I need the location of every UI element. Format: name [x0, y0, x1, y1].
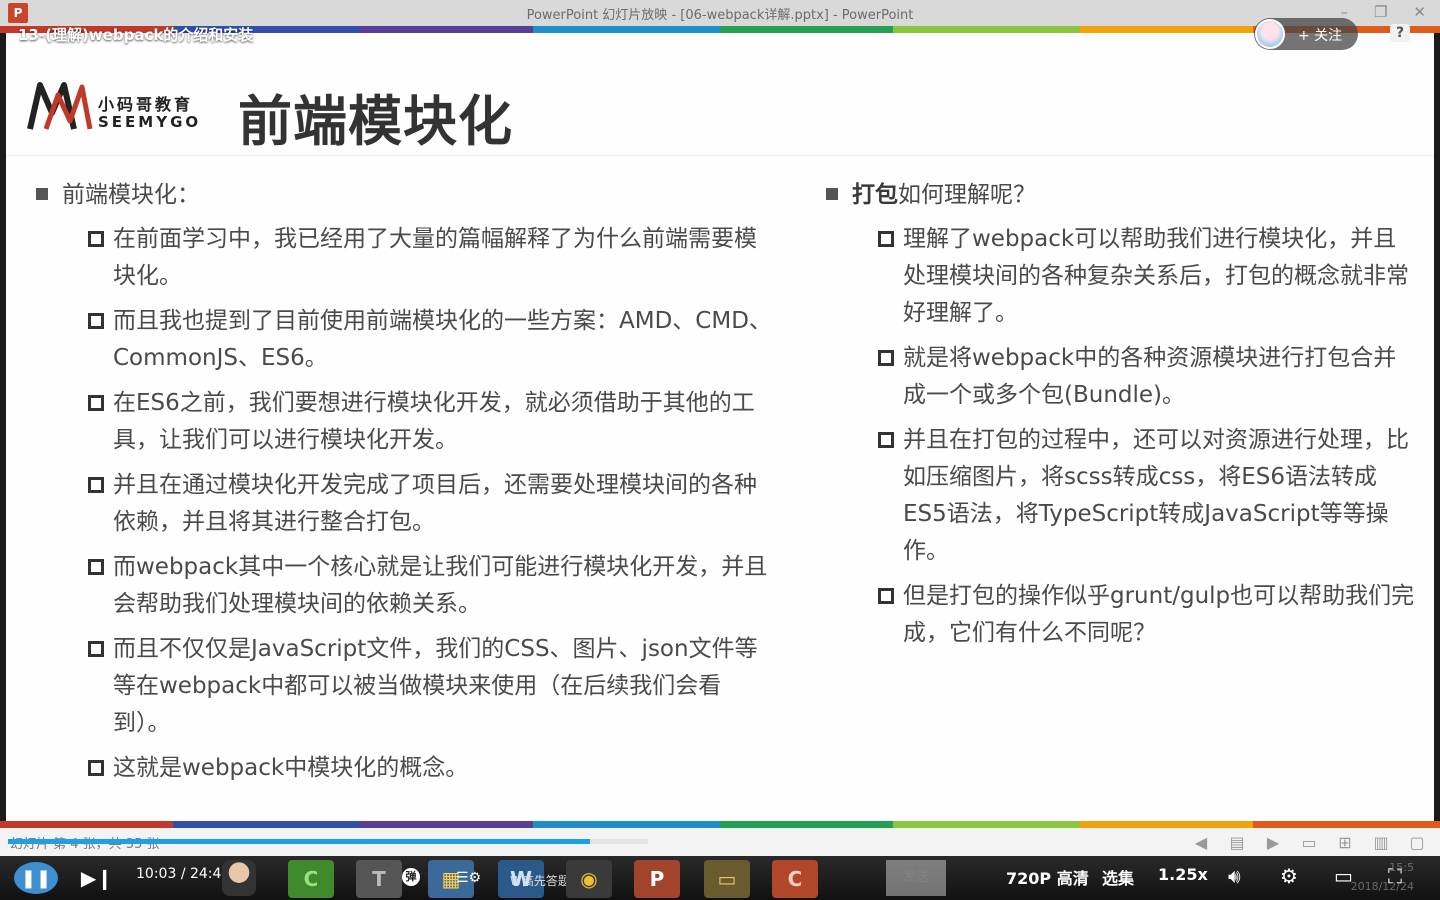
chrome-taskbar-icon: ◉: [566, 860, 612, 898]
left-heading: 前端模块化：: [36, 179, 776, 211]
list-item: 在ES6之前，我们要想进行模块化开发，就必须借助于其他的工具，让我们可以进行模块…: [36, 385, 776, 459]
list-item-text: 而且我也提到了目前使用前端模块化的一些方案：AMD、CMD、CommonJS、E…: [113, 308, 772, 371]
checkbox-bullet-icon: [878, 432, 894, 448]
list-item: 这就是webpack中模块化的概念。: [36, 750, 776, 787]
list-item-text: 而webpack其中一个核心就是让我们可能进行模块化开发，并且会帮助我们处理模块…: [113, 554, 768, 617]
maximize-button[interactable]: ❐: [1374, 3, 1387, 21]
list-item: 在前面学习中，我已经用了大量的篇幅解释了为什么前端需要模块化。: [36, 221, 776, 295]
list-item-text: 并且在打包的过程中，还可以对资源进行处理，比如压缩图片，将scss转成css，将…: [903, 427, 1409, 564]
folder-taskbar-icon: ▭: [704, 860, 750, 898]
send-danmu-button[interactable]: 发送: [886, 860, 946, 896]
video-title: 13-(理解)webpack的介绍和安装: [18, 26, 254, 44]
seemygo-logo: 小码哥教育 SEEMYGO: [26, 77, 216, 137]
volume-icon[interactable]: 🔊︎: [1228, 864, 1241, 888]
video-progress-fill: [8, 839, 591, 844]
list-item-text: 在ES6之前，我们要想进行模块化开发，就必须借助于其他的工具，让我们可以进行模块…: [113, 390, 755, 453]
slide-title: 前端模块化: [238, 90, 513, 153]
title-divider: [6, 155, 1434, 156]
rainbow-stripe-bottom: [0, 821, 1440, 828]
time-separator: /: [180, 866, 186, 882]
uploader-avatar-small[interactable]: [1255, 19, 1285, 49]
quality-selector[interactable]: 720P 高清: [1006, 865, 1089, 889]
sorter-view-icon[interactable]: ⊞: [1334, 833, 1356, 852]
bullet-square-icon: [36, 188, 48, 200]
follow-button[interactable]: + 关注: [1254, 18, 1358, 50]
right-heading: 打包如何理解呢？: [826, 179, 1416, 211]
list-item: 但是打包的操作似乎grunt/gulp也可以帮助我们完成，它们有什么不同呢？: [826, 578, 1416, 652]
list-item: 理解了webpack可以帮助我们进行模块化，并且处理模块间的各种复杂关系后，打包…: [826, 221, 1416, 332]
time-display: 10:03 / 24:41: [136, 866, 230, 882]
clock-time: 15:5: [1389, 861, 1414, 874]
list-item: 并且在打包的过程中，还可以对资源进行处理，比如压缩图片，将scss转成css，将…: [826, 422, 1416, 570]
checkbox-bullet-icon: [878, 588, 894, 604]
prev-icon[interactable]: ◀: [1190, 833, 1212, 852]
powerpoint-taskbar-icon: P: [634, 860, 680, 898]
slide-canvas: 小码哥教育 SEEMYGO 前端模块化 前端模块化： 在前面学习中，我已经用了大…: [6, 33, 1434, 821]
left-heading-text: 前端模块化：: [62, 182, 200, 208]
list-item: 而且我也提到了目前使用前端模块化的一些方案：AMD、CMD、CommonJS、E…: [36, 303, 776, 377]
checkbox-bullet-icon: [88, 559, 104, 575]
screen: P PowerPoint 幻灯片放映 - [06-webpack详解.pptx]…: [0, 0, 1440, 900]
settings-gear-icon[interactable]: ⚙: [1280, 864, 1298, 888]
right-column: 打包如何理解呢？ 理解了webpack可以帮助我们进行模块化，并且处理模块间的各…: [826, 179, 1416, 660]
pause-button[interactable]: ❚❚: [14, 862, 58, 894]
text-editor-taskbar-icon: T: [356, 860, 402, 898]
notes-icon[interactable]: ▤: [1226, 833, 1248, 852]
uploader-avatar[interactable]: [222, 860, 256, 896]
next-icon[interactable]: ▶: [1262, 833, 1284, 852]
list-item-text: 就是将webpack中的各种资源模块进行打包合并成一个或多个包(Bundle)。: [903, 345, 1397, 408]
checkbox-bullet-icon: [878, 350, 894, 366]
video-player-controls: ❚❚ ▶❙ 10:03 / 24:41 C T 弹 ▦ ☰⚙ W W高先答题 转…: [0, 856, 1440, 900]
playback-speed-button[interactable]: 1.25x: [1158, 865, 1208, 884]
list-item-text: 而且不仅仅是JavaScript文件，我们的CSS、图片、json文件等等在we…: [113, 636, 758, 736]
bullet-square-icon: [826, 188, 838, 200]
danmu-toggle-button[interactable]: 弹: [402, 868, 420, 886]
list-item: 并且在通过模块化开发完成了项目后，还需要处理模块间的各种依赖，并且将其进行整合打…: [36, 467, 776, 541]
list-item: 而且不仅仅是JavaScript文件，我们的CSS、图片、json文件等等在we…: [36, 631, 776, 742]
checkbox-bullet-icon: [88, 313, 104, 329]
system-clock: 15:5 2018/12/24: [1351, 858, 1414, 896]
video-progress-bar[interactable]: [8, 839, 648, 844]
logo-english-text: SEEMYGO: [98, 113, 202, 131]
window-title: PowerPoint 幻灯片放映 - [06-webpack详解.pptx] -…: [526, 8, 914, 23]
list-item: 就是将webpack中的各种资源模块进行打包合并成一个或多个包(Bundle)。: [826, 340, 1416, 414]
list-item-text: 并且在通过模块化开发完成了项目后，还需要处理模块间的各种依赖，并且将其进行整合打…: [113, 472, 757, 535]
right-heading-text: 如何理解呢？: [898, 182, 1036, 208]
next-video-button[interactable]: ▶❙: [78, 862, 116, 894]
powerpoint-title-bar: P PowerPoint 幻灯片放映 - [06-webpack详解.pptx]…: [0, 0, 1440, 26]
danmu-settings-icon[interactable]: ☰⚙: [456, 870, 481, 886]
checkbox-bullet-icon: [88, 231, 104, 247]
list-item-text: 这就是webpack中模块化的概念。: [113, 755, 469, 781]
follow-label: + 关注: [1298, 28, 1343, 44]
checkbox-bullet-icon: [88, 641, 104, 657]
current-time: 10:03: [136, 866, 177, 882]
window-controls: – ❐ ✕: [1340, 3, 1426, 21]
list-item-text: 理解了webpack可以帮助我们进行模块化，并且处理模块间的各种复杂关系后，打包…: [903, 226, 1409, 326]
list-item: 而webpack其中一个核心就是让我们可能进行模块化开发，并且会帮助我们处理模块…: [36, 549, 776, 623]
slideshow-view-controls: ◀ ▤ ▶ ▭ ⊞ ▥ ▢: [1190, 833, 1428, 852]
checkbox-bullet-icon: [88, 395, 104, 411]
clock-date: 2018/12/24: [1350, 880, 1414, 893]
camtasia-taskbar-icon: C: [288, 860, 334, 898]
logo-chinese-text: 小码哥教育: [98, 95, 194, 114]
checkbox-bullet-icon: [88, 477, 104, 493]
checkbox-bullet-icon: [878, 231, 894, 247]
logo-m-icon: [27, 82, 93, 130]
list-item-text: 在前面学习中，我已经用了大量的篇幅解释了为什么前端需要模块化。: [113, 226, 757, 289]
right-heading-strong: 打包: [852, 182, 898, 208]
slideshow-view-icon[interactable]: ▢: [1406, 833, 1428, 852]
close-button[interactable]: ✕: [1413, 3, 1426, 21]
reading-view-icon[interactable]: ▥: [1370, 833, 1392, 852]
help-icon[interactable]: ?: [1390, 24, 1410, 42]
episodes-button[interactable]: 选集: [1102, 865, 1134, 889]
checkbox-bullet-icon: [88, 760, 104, 776]
normal-view-icon[interactable]: ▭: [1298, 833, 1320, 852]
left-column: 前端模块化： 在前面学习中，我已经用了大量的篇幅解释了为什么前端需要模块化。 而…: [36, 179, 776, 795]
list-item-text: 但是打包的操作似乎grunt/gulp也可以帮助我们完成，它们有什么不同呢？: [903, 583, 1415, 646]
camtasia-recorder-taskbar-icon: C: [772, 860, 818, 898]
